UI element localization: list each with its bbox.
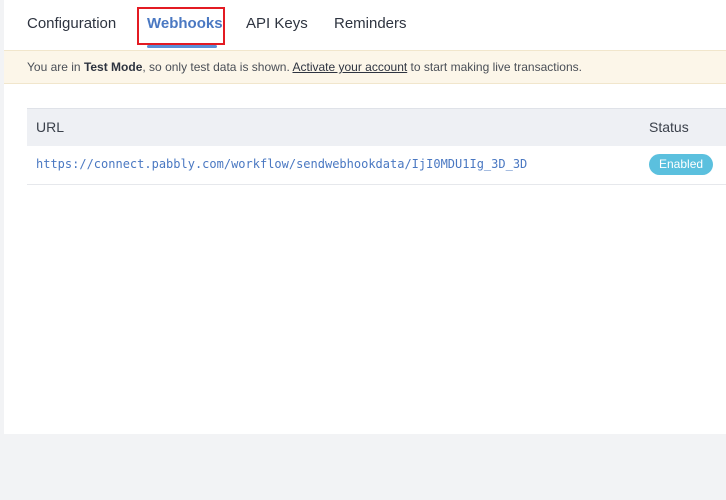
banner-suffix: to start making live transactions.	[407, 60, 582, 74]
status-badge: Enabled	[649, 154, 714, 175]
main-panel: Configuration Webhooks API Keys Reminder…	[4, 0, 726, 434]
tab-configuration[interactable]: Configuration	[27, 15, 116, 32]
table-row[interactable]: https://connect.pabbly.com/workflow/send…	[27, 146, 726, 185]
tab-bar: Configuration Webhooks API Keys Reminder…	[4, 0, 726, 50]
table-header: URL Status	[27, 108, 726, 146]
webhooks-table: URL Status https://connect.pabbly.com/wo…	[27, 108, 726, 185]
tab-reminders[interactable]: Reminders	[334, 15, 407, 32]
active-tab-indicator	[147, 45, 217, 48]
column-header-status: Status	[649, 119, 689, 135]
tab-api-keys[interactable]: API Keys	[246, 15, 308, 32]
highlight-box	[137, 7, 225, 45]
activate-account-link[interactable]: Activate your account	[292, 60, 407, 74]
banner-mode: Test Mode	[83, 60, 143, 74]
banner-middle: , so only test data is shown.	[142, 60, 293, 74]
test-mode-banner: You are in Test Mode, so only test data …	[4, 50, 726, 84]
column-header-url: URL	[36, 119, 65, 135]
webhook-url[interactable]: https://connect.pabbly.com/workflow/send…	[36, 157, 527, 171]
banner-prefix: You are in	[27, 60, 84, 74]
